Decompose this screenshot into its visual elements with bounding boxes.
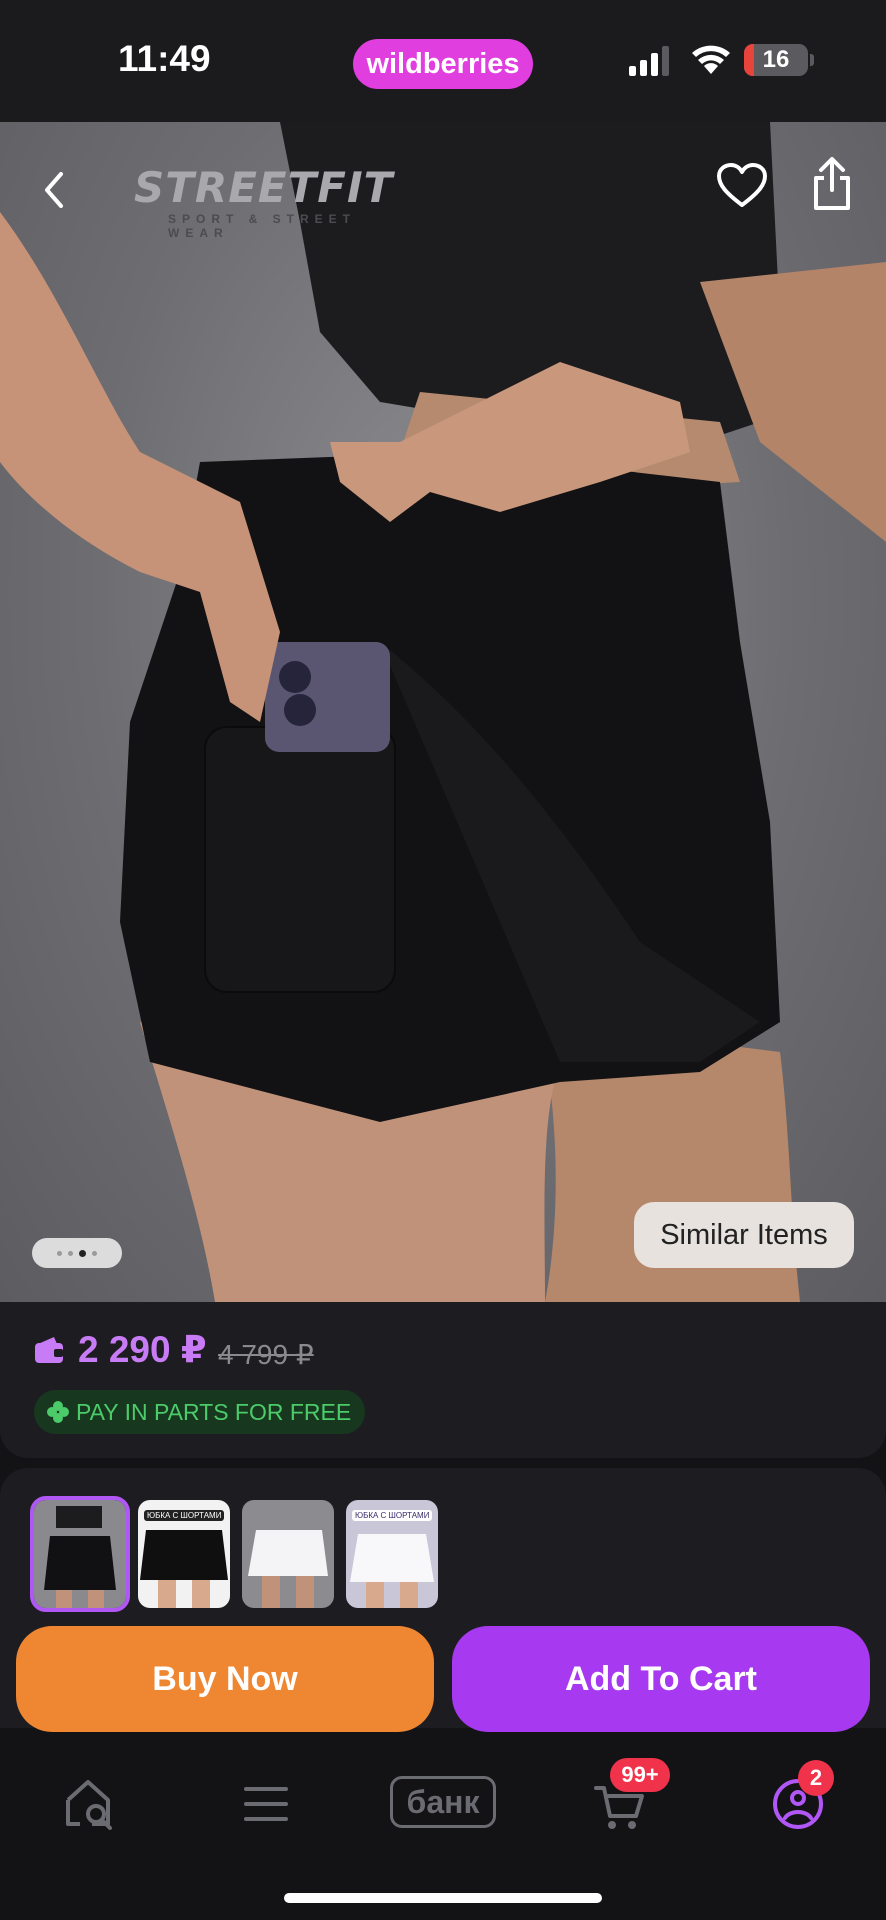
pagination-dot-active — [79, 1249, 86, 1257]
bottom-navigation: банк 99+ 2 — [0, 1740, 886, 1920]
menu-icon — [244, 1787, 288, 1821]
wifi-icon — [692, 45, 730, 74]
clover-icon — [47, 1401, 69, 1423]
nav-bank[interactable]: банк — [390, 1776, 496, 1828]
battery-tip — [810, 54, 814, 66]
pay-in-parts-badge[interactable]: PAY IN PARTS FOR FREE — [34, 1390, 366, 1434]
current-price: 2 290 ₽ — [78, 1329, 207, 1370]
similar-items-button[interactable]: Similar Items — [634, 1202, 854, 1268]
status-bar: 11:49 wildberries 16 — [0, 0, 886, 122]
pagination-dot — [68, 1250, 73, 1256]
signal-icon — [629, 46, 669, 76]
action-bar: Buy Now Add To Cart — [0, 1624, 886, 1734]
pay-in-parts-label: PAY IN PARTS FOR FREE — [76, 1398, 352, 1425]
battery-level: 16 — [762, 46, 790, 73]
battery-icon: 16 — [744, 44, 808, 76]
thumbnail-1[interactable] — [30, 1496, 130, 1612]
back-button[interactable] — [26, 162, 82, 218]
heart-icon — [717, 163, 767, 207]
share-button[interactable] — [804, 152, 860, 216]
nav-catalog[interactable] — [238, 1776, 294, 1832]
thumbnail-4[interactable]: ЮБКА С ШОРТАМИ — [346, 1500, 438, 1608]
nav-home[interactable] — [62, 1776, 118, 1832]
wallet-icon — [35, 1337, 63, 1363]
thumbnail-caption: ЮБКА С ШОРТАМИ — [144, 1510, 225, 1521]
thumbnail-strip: ЮБКА С ШОРТАМИ ЮБКА С ШОРТАМИ — [30, 1496, 438, 1612]
old-price: 4 799 ₽ — [218, 1339, 314, 1370]
favorite-button[interactable] — [712, 156, 772, 216]
thumbnail-image — [34, 1500, 126, 1608]
share-icon — [814, 157, 850, 210]
brand-pill: wildberries — [353, 39, 533, 89]
home-indicator — [284, 1893, 602, 1903]
product-photo[interactable] — [0, 122, 886, 1302]
logo-tagline: SPORT & STREET WEAR — [168, 212, 357, 240]
chevron-left-icon — [45, 172, 63, 208]
thumbnail-caption: ЮБКА С ШОРТАМИ — [352, 1510, 433, 1521]
pagination-dot — [57, 1250, 62, 1256]
cart-badge: 99+ — [610, 1758, 670, 1792]
price-card: 2 290 ₽ 4 799 ₽ PAY IN PARTS FOR FREE — [0, 1302, 886, 1458]
thumbnail-image — [242, 1500, 334, 1608]
product-gallery[interactable]: STREETFIT SPORT & STREET WEAR Similar It… — [0, 122, 886, 1302]
thumbnail-3[interactable] — [242, 1500, 334, 1608]
profile-badge: 2 — [798, 1760, 834, 1796]
status-time: 11:49 — [118, 38, 211, 79]
logo-wordmark: STREETFIT — [134, 163, 394, 212]
home-search-icon — [66, 1780, 112, 1830]
gallery-pagination — [32, 1238, 122, 1268]
thumbnail-2[interactable]: ЮБКА С ШОРТАМИ — [138, 1500, 230, 1608]
add-to-cart-button[interactable]: Add To Cart — [452, 1626, 870, 1732]
brand-logo: STREETFIT SPORT & STREET WEAR — [134, 163, 424, 241]
pagination-dot — [92, 1250, 97, 1256]
buy-now-button[interactable]: Buy Now — [16, 1626, 434, 1732]
